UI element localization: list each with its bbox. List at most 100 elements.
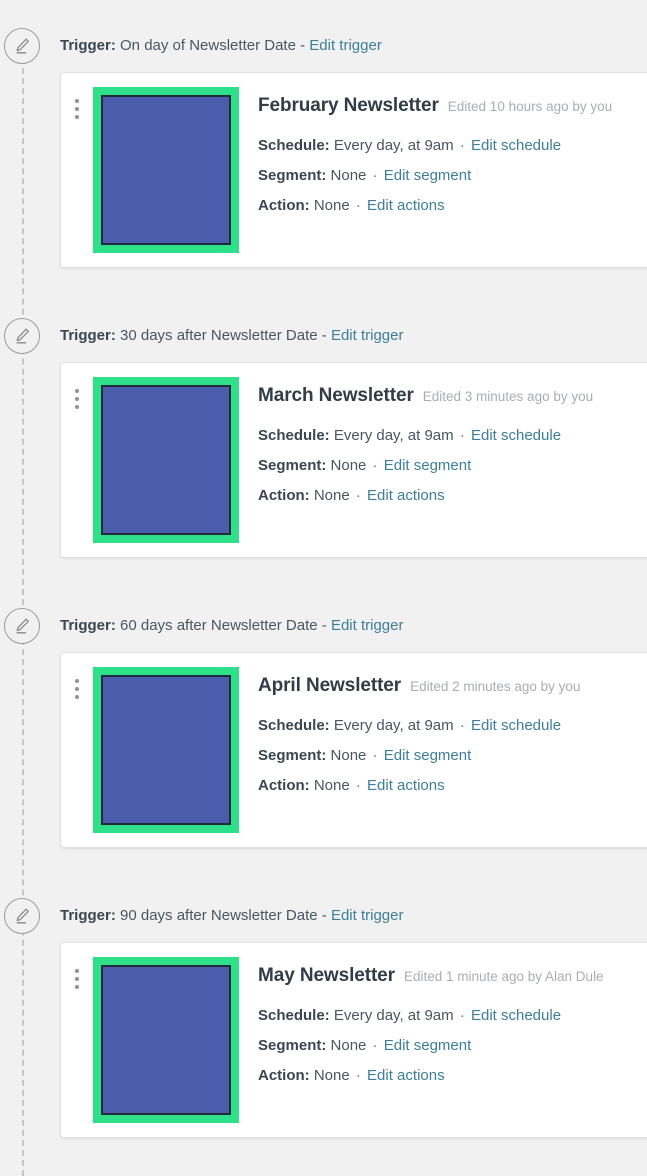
segment-line: Segment: None · Edit segment [258, 741, 647, 771]
newsletter-card[interactable]: April Newsletter Edited 2 minutes ago by… [60, 652, 647, 848]
meta-separator: · [355, 777, 361, 794]
segment-line: Segment: None · Edit segment [258, 1031, 647, 1061]
meta-separator: · [355, 197, 361, 214]
trigger-separator: - [321, 907, 327, 924]
newsletter-title: May Newsletter [258, 965, 395, 986]
schedule-label: Schedule: [258, 137, 330, 154]
kebab-dot [75, 977, 79, 981]
meta-separator: · [372, 1037, 378, 1054]
schedule-value: Every day, at 9am [333, 717, 454, 734]
action-line: Action: None · Edit actions [258, 771, 647, 801]
more-options-icon[interactable] [61, 667, 93, 699]
edit-actions-link[interactable]: Edit actions [367, 777, 445, 794]
schedule-value: Every day, at 9am [333, 427, 454, 444]
newsletter-title: February Newsletter [258, 95, 439, 116]
newsletter-card[interactable]: February Newsletter Edited 10 hours ago … [60, 72, 647, 268]
kebab-dot [75, 115, 79, 119]
segment-label: Segment: [258, 167, 327, 184]
more-options-icon[interactable] [61, 87, 93, 119]
schedule-line: Schedule: Every day, at 9am · Edit sched… [258, 131, 647, 161]
trigger-text: Trigger: 30 days after Newsletter Date -… [60, 326, 404, 346]
newsletter-thumbnail[interactable] [93, 87, 239, 253]
trigger-value: On day of Newsletter Date [120, 37, 296, 54]
newsletter-card[interactable]: May Newsletter Edited 1 minute ago by Al… [60, 942, 647, 1138]
edit-actions-link[interactable]: Edit actions [367, 197, 445, 214]
trigger-text: Trigger: On day of Newsletter Date - Edi… [60, 36, 382, 56]
edit-trigger-link[interactable]: Edit trigger [331, 327, 404, 344]
schedule-line: Schedule: Every day, at 9am · Edit sched… [258, 1001, 647, 1031]
flow-step-2: Trigger: 30 days after Newsletter Date -… [0, 318, 647, 558]
trigger-label: Trigger: [60, 37, 116, 54]
schedule-line: Schedule: Every day, at 9am · Edit sched… [258, 421, 647, 451]
schedule-value: Every day, at 9am [333, 137, 454, 154]
kebab-dot [75, 389, 79, 393]
action-value: None [313, 1067, 350, 1084]
edit-actions-link[interactable]: Edit actions [367, 1067, 445, 1084]
more-options-icon[interactable] [61, 377, 93, 409]
edit-trigger-link[interactable]: Edit trigger [309, 37, 382, 54]
edit-schedule-link[interactable]: Edit schedule [471, 137, 561, 154]
campaign-flow: Trigger: On day of Newsletter Date - Edi… [0, 0, 647, 1176]
kebab-dot [75, 695, 79, 699]
thumbnail-wrapper [93, 377, 239, 543]
trigger-row: Trigger: 90 days after Newsletter Date -… [0, 898, 647, 942]
edit-actions-link[interactable]: Edit actions [367, 487, 445, 504]
more-options-icon[interactable] [61, 957, 93, 989]
action-value: None [313, 197, 350, 214]
kebab-dot [75, 969, 79, 973]
schedule-value: Every day, at 9am [333, 1007, 454, 1024]
meta-separator: · [372, 457, 378, 474]
action-line: Action: None · Edit actions [258, 481, 647, 511]
meta-separator: · [372, 167, 378, 184]
pencil-edit-icon[interactable] [4, 898, 40, 934]
kebab-dot [75, 687, 79, 691]
thumbnail-wrapper [93, 667, 239, 833]
newsletter-details: March Newsletter Edited 3 minutes ago by… [239, 377, 647, 511]
segment-line: Segment: None · Edit segment [258, 161, 647, 191]
schedule-line: Schedule: Every day, at 9am · Edit sched… [258, 711, 647, 741]
pencil-edit-icon[interactable] [4, 28, 40, 64]
newsletter-thumbnail[interactable] [93, 957, 239, 1123]
meta-separator: · [459, 1007, 465, 1024]
edit-schedule-link[interactable]: Edit schedule [471, 427, 561, 444]
edit-segment-link[interactable]: Edit segment [384, 167, 472, 184]
edit-segment-link[interactable]: Edit segment [384, 1037, 472, 1054]
meta-separator: · [459, 717, 465, 734]
edit-schedule-link[interactable]: Edit schedule [471, 717, 561, 734]
edit-trigger-link[interactable]: Edit trigger [331, 907, 404, 924]
edit-segment-link[interactable]: Edit segment [384, 747, 472, 764]
flow-step-1: Trigger: On day of Newsletter Date - Edi… [0, 28, 647, 268]
flow-step-3: Trigger: 60 days after Newsletter Date -… [0, 608, 647, 848]
trigger-label: Trigger: [60, 617, 116, 634]
pencil-edit-icon[interactable] [4, 608, 40, 644]
trigger-separator: - [300, 37, 306, 54]
meta-separator: · [372, 747, 378, 764]
segment-value: None [330, 747, 367, 764]
newsletter-details: April Newsletter Edited 2 minutes ago by… [239, 667, 647, 801]
thumbnail-wrapper [93, 87, 239, 253]
trigger-row: Trigger: On day of Newsletter Date - Edi… [0, 28, 647, 72]
action-label: Action: [258, 197, 310, 214]
action-value: None [313, 487, 350, 504]
newsletter-title: March Newsletter [258, 385, 414, 406]
trigger-value: 30 days after Newsletter Date [120, 327, 318, 344]
newsletter-thumbnail[interactable] [93, 377, 239, 543]
pencil-edit-icon[interactable] [4, 318, 40, 354]
title-row: March Newsletter Edited 3 minutes ago by… [258, 385, 647, 407]
action-line: Action: None · Edit actions [258, 191, 647, 221]
newsletter-card[interactable]: March Newsletter Edited 3 minutes ago by… [60, 362, 647, 558]
edited-status: Edited 10 hours ago by you [447, 99, 613, 114]
newsletter-thumbnail[interactable] [93, 667, 239, 833]
trigger-text: Trigger: 90 days after Newsletter Date -… [60, 906, 404, 926]
action-label: Action: [258, 777, 310, 794]
edited-status: Edited 2 minutes ago by you [410, 679, 581, 694]
title-row: February Newsletter Edited 10 hours ago … [258, 95, 647, 117]
schedule-label: Schedule: [258, 427, 330, 444]
edit-segment-link[interactable]: Edit segment [384, 457, 472, 474]
trigger-row: Trigger: 30 days after Newsletter Date -… [0, 318, 647, 362]
edit-trigger-link[interactable]: Edit trigger [331, 617, 404, 634]
kebab-dot [75, 99, 79, 103]
kebab-dot [75, 405, 79, 409]
trigger-separator: - [321, 327, 327, 344]
edit-schedule-link[interactable]: Edit schedule [471, 1007, 561, 1024]
